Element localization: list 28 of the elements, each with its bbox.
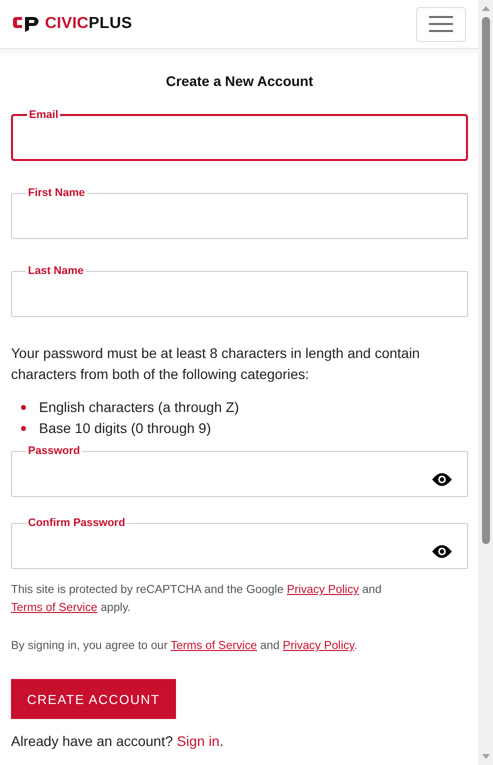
create-account-button[interactable]: CREATE ACCOUNT xyxy=(11,679,176,719)
policy-link[interactable]: Privacy Policy xyxy=(282,639,354,652)
notice-text: By signing in, you agree to our Terms of Service and Privacy Policy. xyxy=(11,638,358,654)
input-field[interactable]: Email xyxy=(11,109,468,161)
page-title: Create a New Account xyxy=(164,73,314,89)
requirement-text: English characters (a through Z) xyxy=(39,398,239,417)
policy-link[interactable]: Privacy Policy xyxy=(286,583,359,596)
logo-icon xyxy=(13,16,39,32)
menu-icon xyxy=(429,15,453,33)
input-field[interactable]: Last Name xyxy=(11,265,468,317)
bullet-icon xyxy=(21,405,26,410)
policy-link[interactable]: Terms of Service xyxy=(170,639,257,652)
input-field[interactable]: First Name xyxy=(11,187,468,239)
password-requirements: Your password must be at least 8 characters in length and contain characters from both of the following categories: xyxy=(11,344,421,384)
notice-text: This site is protected by reCAPTCHA and the Google Privacy Policy and Terms of Service apply. xyxy=(11,582,383,616)
bullet-icon xyxy=(21,426,26,431)
menu-button[interactable] xyxy=(416,6,466,42)
eye-icon[interactable] xyxy=(431,472,453,487)
logo-text: PLUS xyxy=(88,15,132,33)
requirement-text: Base 10 digits (0 through 9) xyxy=(39,419,211,438)
input-field[interactable]: Password xyxy=(11,445,468,497)
logo-text: CIVIC xyxy=(45,15,89,33)
sign-in-text: Already have an account? Sign in. xyxy=(11,733,224,749)
eye-icon[interactable] xyxy=(431,544,453,559)
scrollbar[interactable] xyxy=(478,0,493,765)
sign-in-link[interactable]: Sign in xyxy=(176,733,220,749)
input-field[interactable]: Confirm Password xyxy=(11,517,468,569)
policy-link[interactable]: Terms of Service xyxy=(11,601,98,614)
